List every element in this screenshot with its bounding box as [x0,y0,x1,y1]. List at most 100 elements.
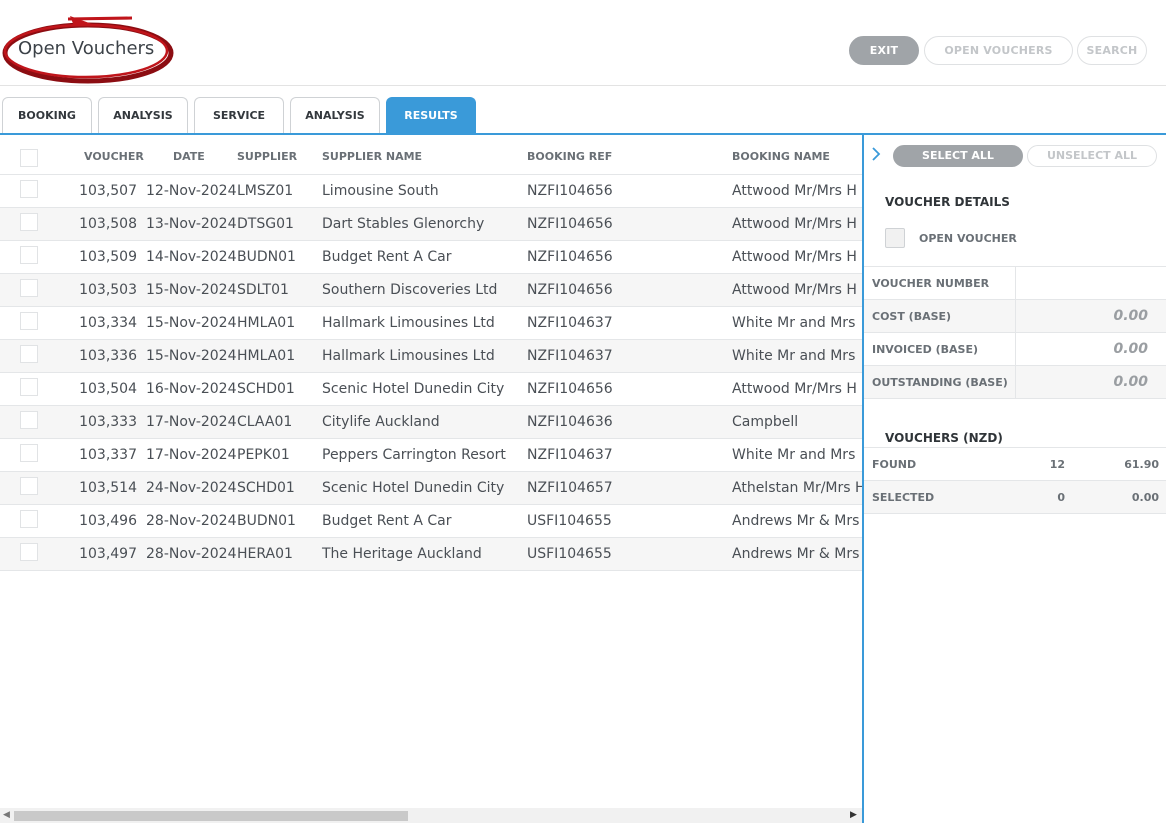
page-header: Open Vouchers EXIT OPEN VOUCHERS SEARCH [0,0,1166,86]
cell-date: 14-Nov-2024 [146,249,237,265]
cell-booking-name: White Mr and Mrs [732,315,856,331]
page-title: Open Vouchers [18,38,155,59]
row-checkbox[interactable] [20,477,38,495]
cell-booking-name: Attwood Mr/Mrs H [732,183,857,199]
unselect-all-button[interactable]: UNSELECT ALL [1027,145,1157,167]
tab-booking[interactable]: BOOKING [2,97,92,134]
scrollbar-thumb[interactable] [14,811,408,821]
cell-supplier: SCHD01 [237,480,295,496]
table-row[interactable]: 103,496 28-Nov-2024 BUDN01 Budget Rent A Ca… [0,505,862,538]
cell-date: 15-Nov-2024 [146,315,237,331]
cell-voucher: 103,337 [79,447,137,463]
detail-label: INVOICED (BASE) [872,343,978,356]
tab-analysis-2[interactable]: ANALYSIS [290,97,380,134]
divider [1015,267,1016,300]
column-supplier[interactable]: SUPPLIER [237,150,297,163]
table-row[interactable]: 103,337 17-Nov-2024 PEPK01 Peppers Carringt… [0,439,862,472]
row-checkbox[interactable] [20,213,38,231]
cell-supplier: HMLA01 [237,315,296,331]
cell-booking-ref: NZFI104637 [527,447,613,463]
detail-value: 0.00 [1113,341,1148,357]
cell-booking-ref: NZFI104656 [527,216,613,232]
scroll-left-icon[interactable]: ◀ [3,810,10,820]
cell-booking-ref: NZFI104636 [527,414,613,430]
select-all-button[interactable]: SELECT ALL [893,145,1023,167]
cell-supplier-name: Scenic Hotel Dunedin City [322,381,505,397]
cell-voucher: 103,509 [79,249,137,265]
open-voucher-checkbox[interactable] [885,228,905,248]
table-row[interactable]: 103,504 16-Nov-2024 SCHD01 Scenic Hotel Dun… [0,373,862,406]
row-checkbox[interactable] [20,345,38,363]
cell-voucher: 103,334 [79,315,137,331]
row-checkbox[interactable] [20,279,38,297]
detail-invoiced-base: INVOICED (BASE) 0.00 [864,332,1166,366]
open-vouchers-button[interactable]: OPEN VOUCHERS [924,36,1073,65]
select-all-checkbox[interactable] [20,149,38,167]
cell-booking-name: Attwood Mr/Mrs H [732,249,857,265]
summary-count: 0 [1057,491,1065,504]
tab-service[interactable]: SERVICE [194,97,284,134]
cell-booking-name: Andrews Mr & Mrs B [732,513,862,529]
horizontal-scrollbar[interactable]: ◀ ▶ [0,808,862,823]
cell-date: 12-Nov-2024 [146,183,237,199]
cell-booking-name: Andrews Mr & Mrs B [732,546,862,562]
cell-supplier-name: Southern Discoveries Ltd [322,282,498,298]
exit-button[interactable]: EXIT [849,36,919,65]
cell-date: 16-Nov-2024 [146,381,237,397]
row-checkbox[interactable] [20,180,38,198]
table-header: VOUCHER DATE SUPPLIER SUPPLIER NAME BOOK… [0,135,862,175]
search-button[interactable]: SEARCH [1077,36,1147,65]
detail-value: 0.00 [1113,374,1148,390]
cell-voucher: 103,497 [79,546,137,562]
table-row[interactable]: 103,508 13-Nov-2024 DTSG01 Dart Stables Gle… [0,208,862,241]
row-checkbox[interactable] [20,312,38,330]
cell-date: 17-Nov-2024 [146,414,237,430]
row-checkbox[interactable] [20,543,38,561]
table-row[interactable]: 103,497 28-Nov-2024 HERA01 The Heritage Auc… [0,538,862,571]
row-checkbox[interactable] [20,444,38,462]
table-row[interactable]: 103,503 15-Nov-2024 SDLT01 Southern Discove… [0,274,862,307]
divider [1015,333,1016,366]
expand-chevron-icon[interactable] [870,145,882,163]
table-row[interactable]: 103,514 24-Nov-2024 SCHD01 Scenic Hotel Dun… [0,472,862,505]
cell-booking-ref: NZFI104656 [527,381,613,397]
summary-label: SELECTED [872,491,935,504]
table-row[interactable]: 103,509 14-Nov-2024 BUDN01 Budget Rent A Ca… [0,241,862,274]
tab-results[interactable]: RESULTS [386,97,476,135]
cell-supplier-name: Peppers Carrington Resort [322,447,506,463]
cell-date: 15-Nov-2024 [146,348,237,364]
column-voucher[interactable]: VOUCHER [84,150,144,163]
cell-booking-name: White Mr and Mrs [732,348,856,364]
cell-booking-name: Athelstan Mr/Mrs H [732,480,862,496]
cell-booking-ref: NZFI104637 [527,315,613,331]
row-checkbox[interactable] [20,411,38,429]
row-checkbox[interactable] [20,510,38,528]
cell-voucher: 103,507 [79,183,137,199]
column-date[interactable]: DATE [173,150,205,163]
cell-voucher: 103,504 [79,381,137,397]
table-body: 103,507 12-Nov-2024 LMSZ01 Limousine South N… [0,175,862,571]
column-booking-ref[interactable]: BOOKING REF [527,150,612,163]
table-row[interactable]: 103,333 17-Nov-2024 CLAA01 Citylife Aucklan… [0,406,862,439]
summary-selected: SELECTED 0 0.00 [864,480,1166,513]
table-row[interactable]: 103,334 15-Nov-2024 HMLA01 Hallmark Limousi… [0,307,862,340]
vouchers-summary-title: VOUCHERS (NZD) [885,431,1003,445]
cell-supplier: BUDN01 [237,513,296,529]
cell-supplier-name: Limousine South [322,183,439,199]
cell-supplier: SDLT01 [237,282,289,298]
vouchers-table: VOUCHER DATE SUPPLIER SUPPLIER NAME BOOK… [0,135,862,823]
column-supplier-name[interactable]: SUPPLIER NAME [322,150,422,163]
column-booking-name[interactable]: BOOKING NAME [732,150,830,163]
tab-analysis[interactable]: ANALYSIS [98,97,188,134]
cell-supplier-name: Budget Rent A Car [322,513,452,529]
scroll-right-icon[interactable]: ▶ [850,810,857,820]
row-checkbox[interactable] [20,246,38,264]
row-checkbox[interactable] [20,378,38,396]
cell-voucher: 103,514 [79,480,137,496]
cell-booking-name: Campbell [732,414,799,430]
cell-booking-ref: NZFI104657 [527,480,613,496]
cell-supplier: LMSZ01 [237,183,294,199]
table-row[interactable]: 103,336 15-Nov-2024 HMLA01 Hallmark Limousi… [0,340,862,373]
cell-booking-ref: NZFI104637 [527,348,613,364]
table-row[interactable]: 103,507 12-Nov-2024 LMSZ01 Limousine South N… [0,175,862,208]
